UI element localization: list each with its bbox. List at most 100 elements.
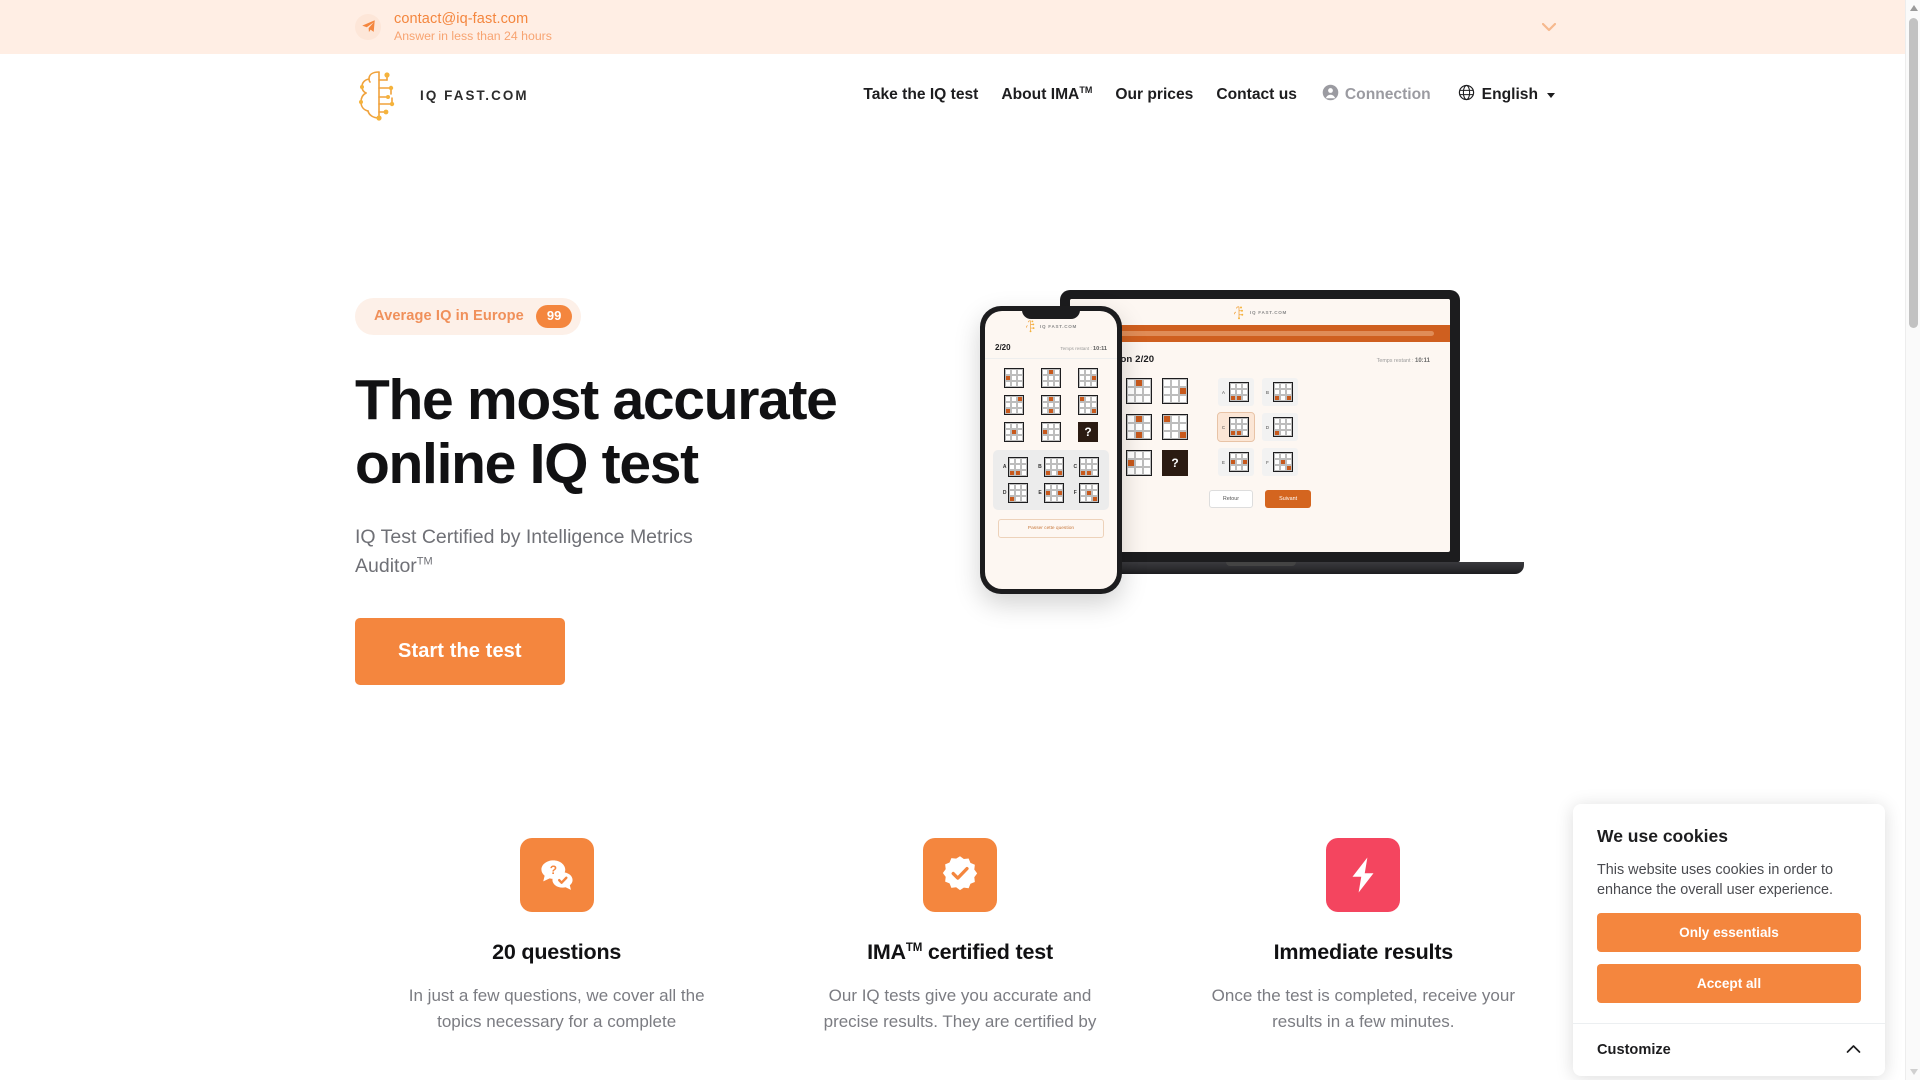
phone-answer-option-d[interactable]: D — [1003, 483, 1029, 503]
answer-option-e[interactable]: E — [1218, 448, 1254, 476]
answer-letter: C — [1221, 424, 1226, 430]
site-header: IQ FAST.COM Take the IQ test About IMATM… — [0, 54, 1920, 136]
accept-all-button[interactable]: Accept all — [1597, 963, 1861, 1003]
laptop-timer: Temps restant : 10:11 — [1377, 358, 1430, 364]
matrix-cell — [1162, 414, 1188, 440]
cookie-banner-title: We use cookies — [1597, 826, 1728, 846]
contact-email-link[interactable]: contact@iq-fast.com — [394, 10, 552, 28]
answer-cell — [1008, 457, 1029, 477]
answer-cell — [1273, 452, 1293, 472]
matrix-unknown-cell: ? — [1162, 450, 1188, 476]
phone-answer-option-c[interactable]: C — [1074, 457, 1100, 477]
laptop-question-body: Question 2/20 Temps restant : 10:11 ? A … — [1070, 342, 1450, 508]
answer-option-d[interactable]: D — [1262, 413, 1298, 441]
answer-option-c[interactable]: C — [1217, 412, 1255, 442]
matrix-cell — [1126, 378, 1152, 404]
brand-name: IQ FAST.COM — [420, 87, 529, 103]
answer-letter: E — [1222, 459, 1225, 465]
nav-item-about-ima-label: About IMA — [1001, 86, 1080, 104]
feature-title: IMATM certified test — [804, 940, 1115, 965]
answer-option-b[interactable]: B — [1262, 378, 1298, 406]
caret-down-icon — [1547, 92, 1555, 98]
phone-answer-option-b[interactable]: B — [1038, 457, 1064, 477]
phone-answer-option-e[interactable]: E — [1038, 483, 1064, 503]
lightning-bolt-icon — [1326, 838, 1401, 912]
answer-option-a[interactable]: A — [1218, 378, 1254, 406]
phone-progress-label: 2/20 — [995, 343, 1011, 352]
hero-subtitle-sup: TM — [416, 555, 433, 568]
feature-cards: ? 20 questions In just a few questions, … — [355, 838, 1565, 1035]
answer-cell — [1043, 483, 1064, 503]
start-the-test-button[interactable]: Start the test — [355, 618, 565, 686]
page-scrollbar[interactable] — [1905, 0, 1920, 1080]
scroll-up-arrow[interactable] — [1906, 0, 1920, 16]
answer-letter: E — [1038, 490, 1042, 496]
phone-answer-option-a[interactable]: A — [1003, 457, 1029, 477]
contact-block[interactable]: contact@iq-fast.com Answer in less than … — [355, 10, 552, 44]
feature-title-main: IMA — [867, 940, 906, 964]
nav-item-contact-us[interactable]: Contact us — [1216, 86, 1297, 104]
answer-option-f[interactable]: F — [1262, 448, 1298, 476]
feature-description: In just a few questions, we cover all th… — [408, 986, 705, 1031]
customize-cookies-row[interactable]: Customize — [1573, 1022, 1885, 1076]
nav-item-our-prices[interactable]: Our prices — [1115, 86, 1193, 104]
answer-cell — [1273, 382, 1293, 402]
laptop-puzzle-area: ? A B C D E F — [1090, 378, 1430, 476]
feature-description: Once the test is completed, receive your… — [1211, 986, 1515, 1031]
brand-logo-link[interactable]: IQ FAST.COM — [355, 66, 529, 124]
average-iq-badge: Average IQ in Europe 99 — [355, 298, 582, 335]
laptop-back-button[interactable]: Retour — [1208, 490, 1254, 508]
hero-device-mockup: IQ FAST.COM Question 2/20 Temps restant … — [965, 284, 1525, 604]
laptop-brand-name: IQ FAST.COM — [1249, 309, 1288, 315]
answer-letter: D — [1002, 490, 1007, 496]
answer-cell — [1043, 457, 1064, 477]
cookie-banner-body: We use cookies This website uses cookies… — [1573, 804, 1885, 1023]
laptop-question-header: Question 2/20 Temps restant : 10:11 — [1090, 354, 1430, 365]
hero-subtitle-text: IQ Test Certified by Intelligence Metric… — [355, 525, 693, 577]
hero-subtitle: IQ Test Certified by Intelligence Metric… — [355, 523, 755, 582]
phone-screen-content: IQ FAST.COM 2/20 Temps restant : 10:11 ?… — [985, 311, 1117, 589]
matrix-cell — [1004, 368, 1024, 388]
answer-letter: C — [1073, 464, 1078, 470]
laptop-submit-button[interactable]: Suivant — [1265, 490, 1312, 508]
nav-connection-label: Connection — [1344, 86, 1431, 103]
progress-track — [1086, 331, 1434, 336]
only-essentials-button[interactable]: Only essentials — [1597, 912, 1861, 952]
nav-item-take-the-iq-test[interactable]: Take the IQ test — [863, 86, 978, 104]
page-root: contact@iq-fast.com Answer in less than … — [0, 0, 1920, 1080]
answer-letter: B — [1266, 389, 1269, 395]
phone-answer-option-f[interactable]: F — [1074, 483, 1099, 503]
matrix-cell — [1004, 395, 1024, 415]
laptop-brand: IQ FAST.COM — [1233, 305, 1287, 320]
feature-card-immediate-results: Immediate results Once the test is compl… — [1162, 838, 1565, 1035]
nav-item-about-ima[interactable]: About IMATM — [1001, 85, 1092, 104]
laptop-timer-value: 10:11 — [1414, 358, 1430, 364]
phone-question-header: 2/20 Temps restant : 10:11 — [985, 341, 1117, 359]
feature-title-rest: certified test — [922, 940, 1053, 964]
phone-answer-options: A B C D E F — [993, 450, 1109, 510]
answer-letter: B — [1038, 464, 1042, 470]
matrix-cell — [1041, 395, 1061, 415]
nav-item-connection[interactable]: Connection — [1322, 84, 1431, 106]
brain-circuit-logo — [355, 66, 407, 124]
answer-cell — [1229, 452, 1249, 472]
matrix-cell — [1078, 368, 1098, 388]
matrix-cell — [1004, 422, 1024, 442]
language-selector[interactable]: English — [1458, 84, 1555, 106]
scrollbar-thumb[interactable] — [1909, 18, 1918, 328]
matrix-cell — [1041, 422, 1061, 442]
main-navigation: Take the IQ test About IMATM Our prices … — [863, 84, 1555, 106]
answer-letter: A — [1222, 389, 1225, 395]
feature-title: Immediate results — [1273, 940, 1454, 964]
scroll-down-arrow[interactable] — [1906, 1064, 1920, 1080]
phone-timer: Temps restant : 10:11 — [1060, 346, 1107, 352]
contact-subtext: Answer in less than 24 hours — [394, 28, 552, 43]
top-contact-bar: contact@iq-fast.com Answer in less than … — [0, 0, 1920, 54]
laptop-action-buttons: Retour Suivant — [1090, 490, 1430, 508]
phone-brand-name: IQ FAST.COM — [1039, 323, 1078, 329]
chevron-down-icon[interactable] — [1538, 16, 1560, 38]
page-title: The most accurate online IQ test — [355, 367, 838, 496]
phone-skip-question-button[interactable]: Passer cette question — [998, 519, 1104, 538]
matrix-cell — [1041, 368, 1061, 388]
chevron-up-icon — [1846, 1041, 1861, 1059]
